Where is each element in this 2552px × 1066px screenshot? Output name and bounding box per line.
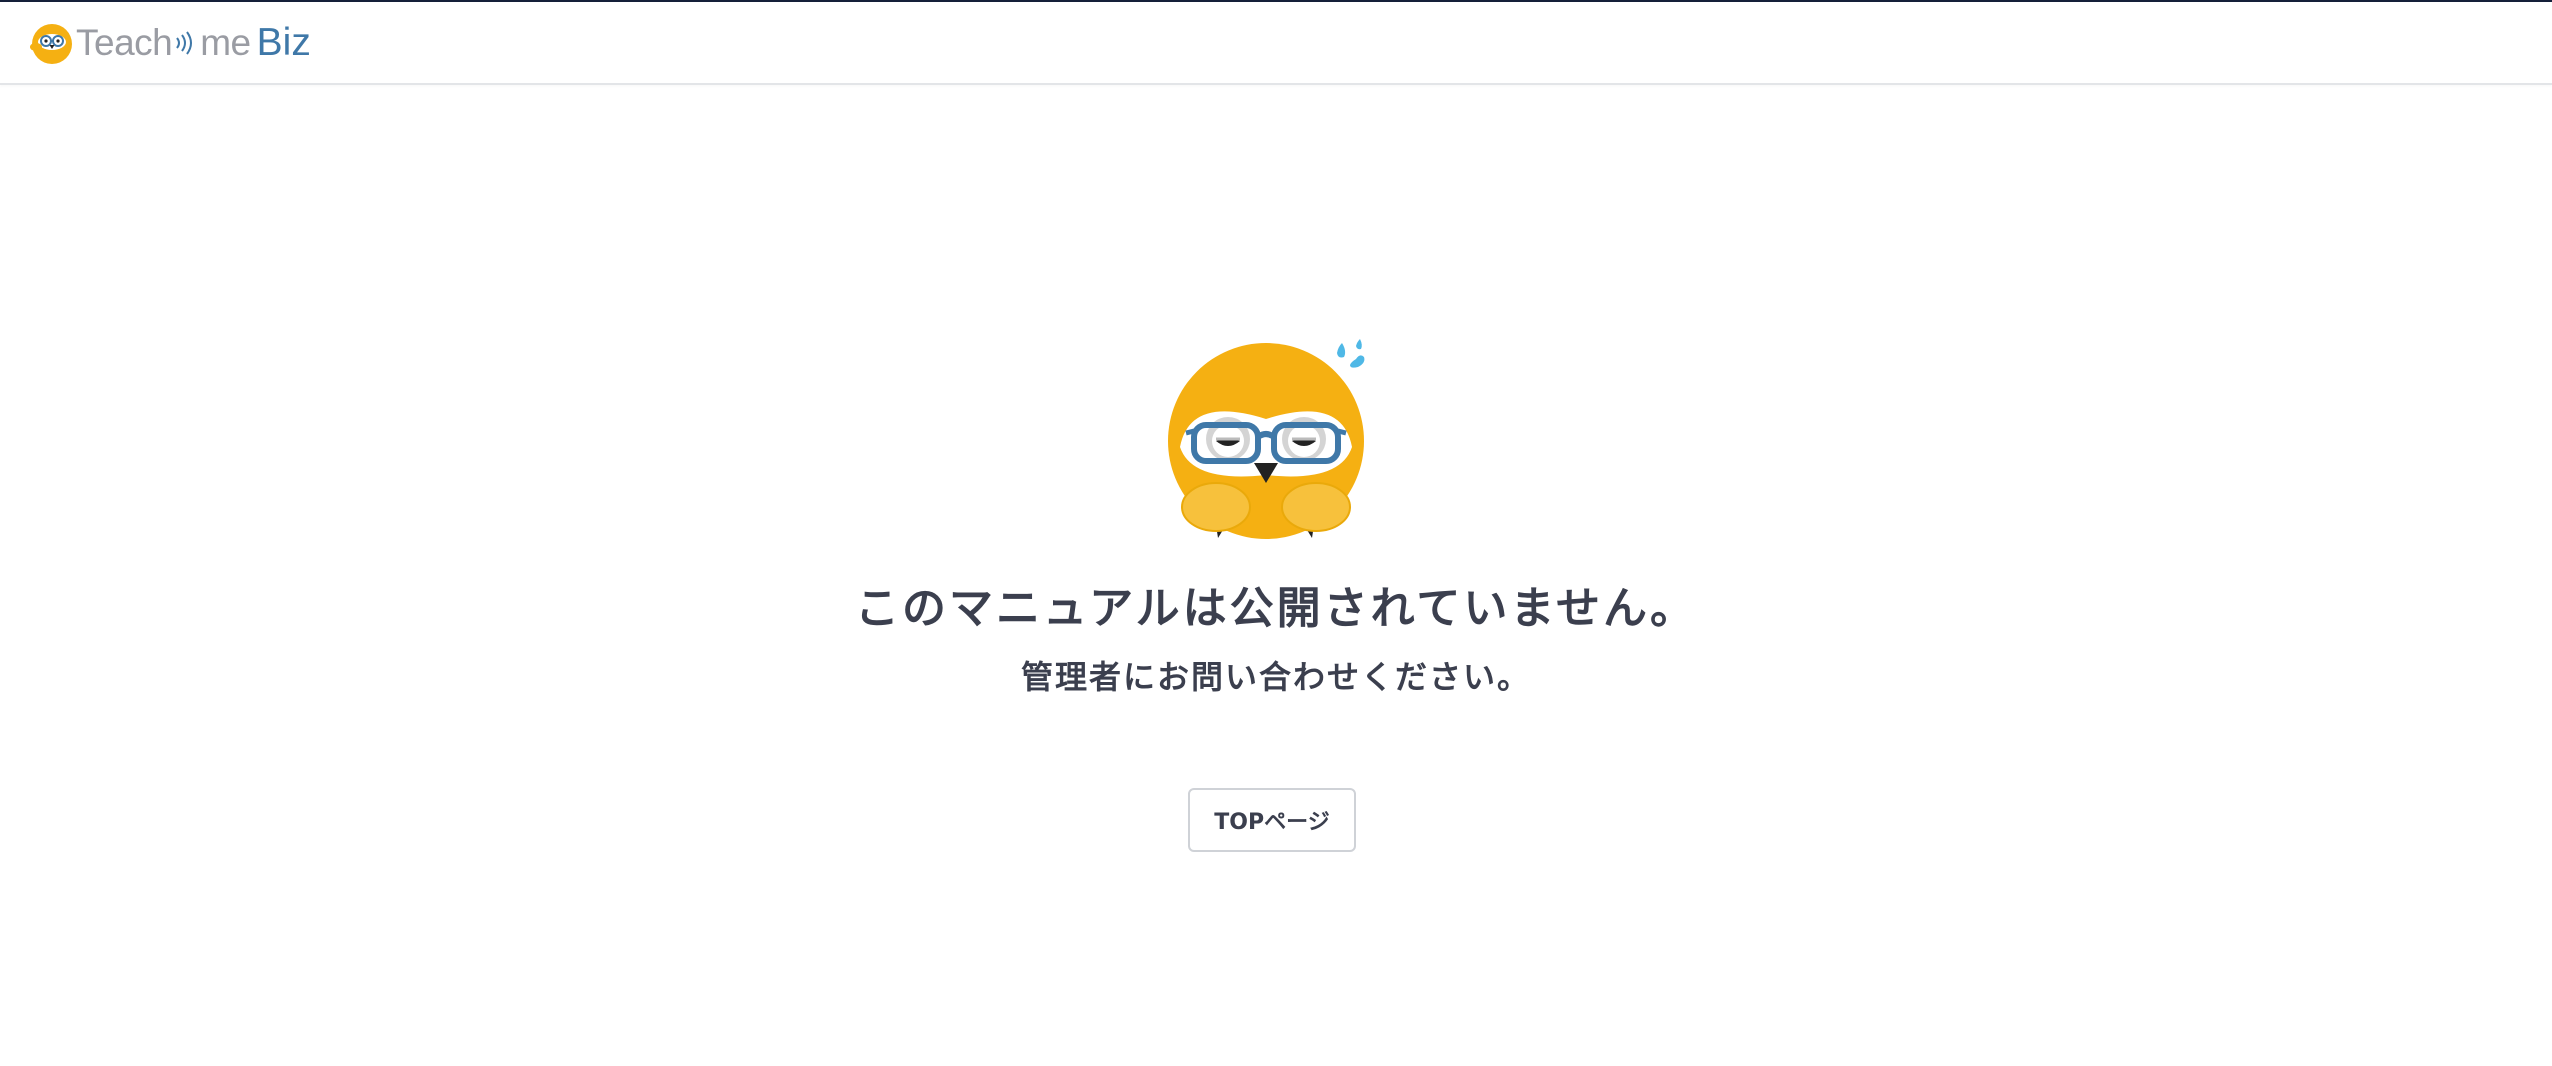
top-page-button[interactable]: TOPページ bbox=[1188, 788, 1356, 852]
logo-text-biz: Biz bbox=[256, 21, 311, 64]
logo-text-me: me bbox=[200, 22, 251, 63]
owl-logo-icon bbox=[30, 24, 72, 64]
teachme-biz-logo[interactable]: Teach me Biz bbox=[28, 20, 311, 66]
unpublished-manual-title: このマニュアルは公開されていません。 bbox=[854, 583, 1698, 634]
logo-text-teach: Teach bbox=[76, 22, 173, 63]
sweating-owl-mascot-icon bbox=[1168, 339, 1365, 539]
contact-admin-message: 管理者にお問い合わせください。 bbox=[1020, 658, 1531, 696]
app-header: Teach me Biz bbox=[0, 2, 2552, 85]
signal-waves-icon bbox=[176, 31, 193, 55]
